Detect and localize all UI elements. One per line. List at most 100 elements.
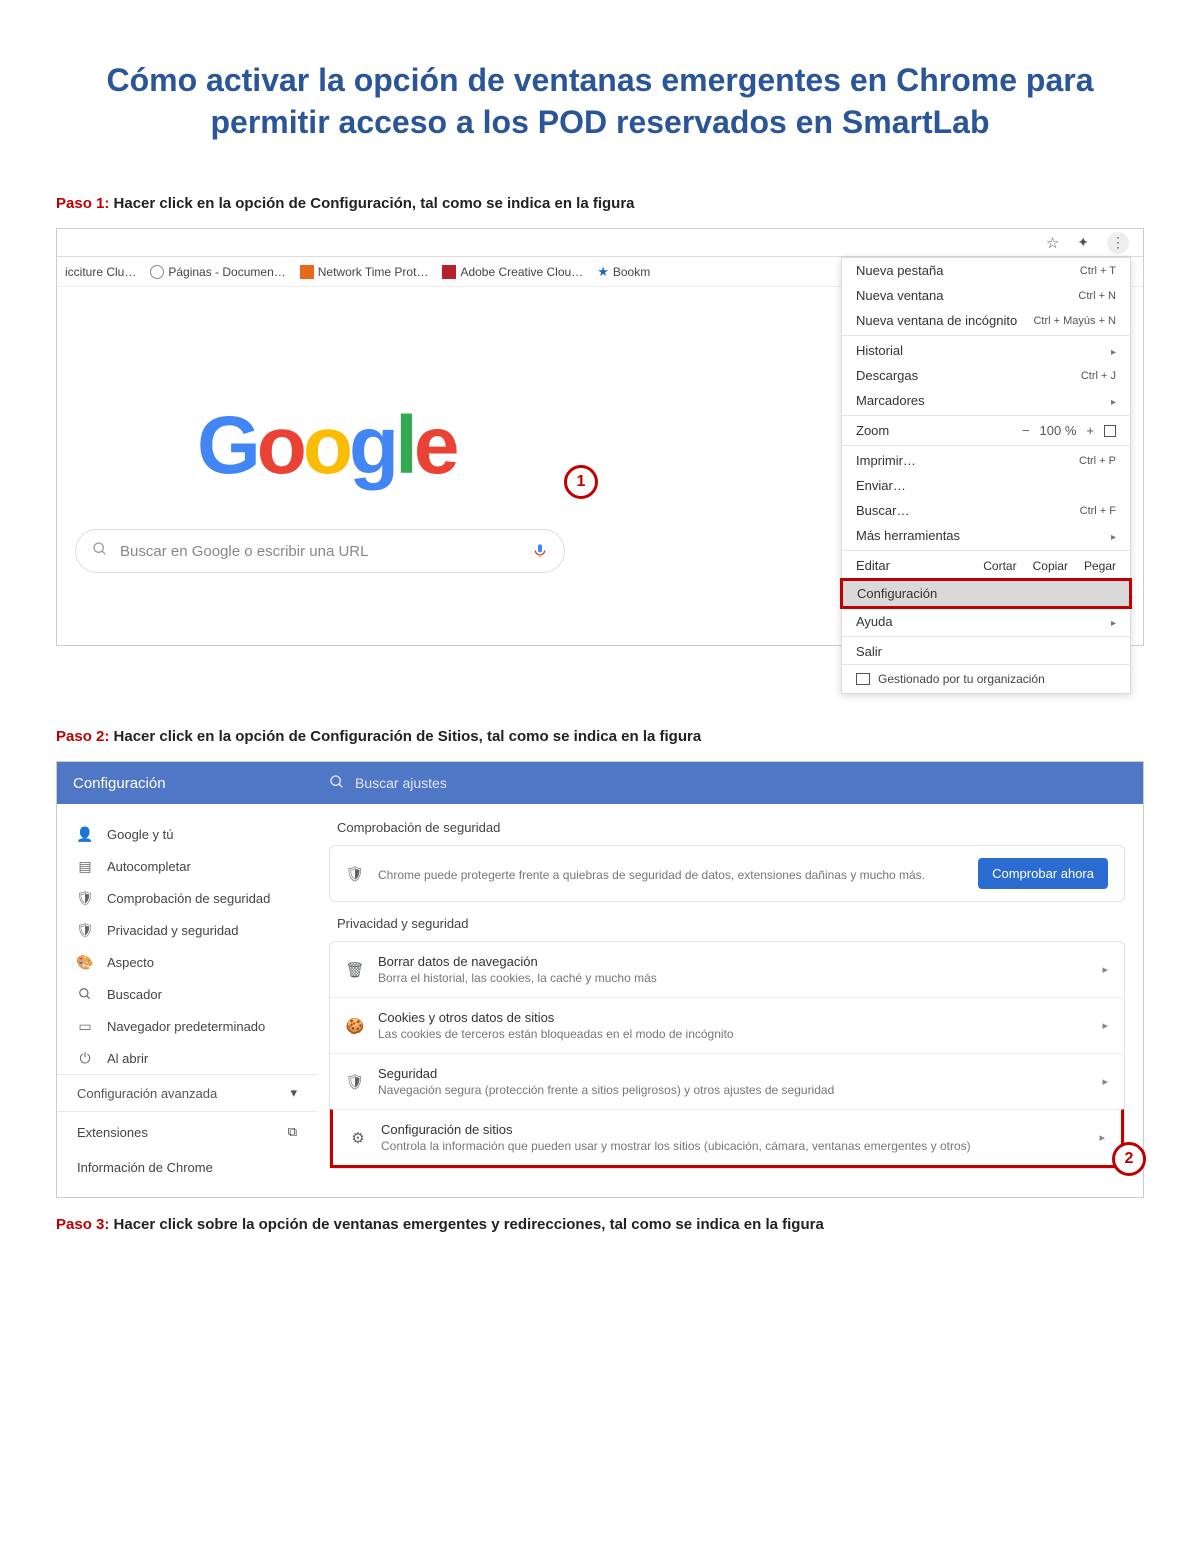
step2-heading: Paso 2: Hacer click en la opción de Conf… (56, 728, 1144, 745)
step1-heading: Paso 1: Hacer click en la opción de Conf… (56, 195, 1144, 212)
privacy-icon: 🛡 (77, 922, 93, 938)
chevron-right-icon: ▸ (1099, 1131, 1105, 1144)
step2-text: Hacer click en la opción de Configuració… (114, 728, 702, 745)
step1-text: Hacer click en la opción de Configuració… (114, 195, 635, 212)
callout-2: 2 (1112, 1142, 1146, 1176)
extensions-icon[interactable]: ✦ (1077, 234, 1089, 251)
sidebar-item-appearance[interactable]: 🎨Aspecto (57, 946, 317, 978)
shield-icon: 🛡 (77, 890, 93, 906)
settings-search-placeholder: Buscar ajustes (355, 775, 447, 791)
settings-sidebar: 👤Google y tú ▤Autocompletar 🛡Comprobació… (57, 804, 317, 1197)
sidebar-advanced[interactable]: Configuración avanzada▾ (57, 1074, 317, 1112)
doc-title: Cómo activar la opción de ventanas emerg… (56, 60, 1144, 143)
chevron-down-icon: ▾ (290, 1085, 297, 1101)
section-safety-title: Comprobación de seguridad (337, 820, 1125, 835)
menu-print[interactable]: Imprimir…Ctrl + P (842, 448, 1130, 473)
star-icon[interactable]: ☆ (1046, 234, 1059, 252)
search-input[interactable]: Buscar en Google o escribir una URL (75, 529, 565, 573)
figure-1: ☆ ✦ ⋮ icciture Clu… Páginas - Documen… N… (56, 228, 1144, 646)
menu-new-incognito[interactable]: Nueva ventana de incógnitoCtrl + Mayús +… (842, 308, 1130, 333)
menu-exit[interactable]: Salir (842, 639, 1130, 664)
bookmark-item[interactable]: Adobe Creative Clou… (442, 265, 583, 279)
sidebar-item-startup[interactable]: ⏻Al abrir (57, 1042, 317, 1074)
favicon-icon (442, 265, 456, 279)
row-cookies[interactable]: 🍪 Cookies y otros datos de sitiosLas coo… (330, 997, 1124, 1053)
row-site-settings[interactable]: ⚙ Configuración de sitiosControla la inf… (330, 1109, 1124, 1168)
sidebar-about[interactable]: Información de Chrome (57, 1152, 317, 1187)
zoom-out-button[interactable]: − (1022, 423, 1030, 438)
check-now-button[interactable]: Comprobar ahora (978, 858, 1108, 889)
toolbar-row: ☆ ✦ ⋮ (57, 229, 1143, 257)
row-security[interactable]: 🛡 SeguridadNavegación segura (protección… (330, 1053, 1124, 1109)
tune-icon: ⚙ (349, 1129, 367, 1147)
bookmark-item[interactable]: Páginas - Documen… (150, 265, 285, 279)
chevron-right-icon: ▸ (1102, 963, 1108, 976)
row-clear-data[interactable]: 🗑 Borrar datos de navegaciónBorra el his… (330, 942, 1124, 997)
sidebar-extensions[interactable]: Extensiones⧉ (57, 1112, 317, 1152)
sidebar-item-safety[interactable]: 🛡Comprobación de seguridad (57, 882, 317, 914)
external-link-icon: ⧉ (288, 1124, 297, 1140)
chevron-right-icon: ▸ (1102, 1019, 1108, 1032)
sidebar-item-autofill[interactable]: ▤Autocompletar (57, 850, 317, 882)
shield-icon: 🛡 (346, 1073, 364, 1091)
menu-cast[interactable]: Enviar… (842, 473, 1130, 498)
menu-bookmarks[interactable]: Marcadores (842, 388, 1130, 413)
autofill-icon: ▤ (77, 858, 93, 874)
menu-find[interactable]: Buscar…Ctrl + F (842, 498, 1130, 523)
step1-label: Paso 1: (56, 195, 109, 212)
bookmark-item[interactable]: Network Time Prot… (300, 265, 429, 279)
appearance-icon: 🎨 (77, 954, 93, 970)
sidebar-item-you[interactable]: 👤Google y tú (57, 818, 317, 850)
chevron-right-icon: ▸ (1102, 1075, 1108, 1088)
menu-managed: Gestionado por tu organización (842, 664, 1130, 693)
trash-icon: 🗑 (346, 961, 364, 979)
sidebar-item-privacy[interactable]: 🛡Privacidad y seguridad (57, 914, 317, 946)
chrome-menu: Nueva pestañaCtrl + T Nueva ventanaCtrl … (841, 257, 1131, 694)
cookie-icon: 🍪 (346, 1017, 364, 1035)
globe-icon (150, 265, 164, 279)
fullscreen-icon[interactable] (1104, 425, 1116, 437)
menu-downloads[interactable]: DescargasCtrl + J (842, 363, 1130, 388)
favicon-icon (300, 265, 314, 279)
safety-card: 🛡 Chrome puede protegerte frente a quieb… (329, 845, 1125, 902)
sidebar-item-default[interactable]: ▭Navegador predeterminado (57, 1010, 317, 1042)
bookmark-item[interactable]: icciture Clu… (65, 265, 136, 279)
zoom-in-button[interactable]: + (1086, 423, 1094, 438)
bookmark-item[interactable]: ★Bookm (597, 264, 650, 280)
search-icon (92, 541, 108, 561)
menu-cut[interactable]: Cortar (983, 559, 1016, 573)
safety-desc: Chrome puede protegerte frente a quiebra… (378, 868, 964, 882)
sidebar-item-search[interactable]: Buscador (57, 978, 317, 1010)
step3-text: Hacer click sobre la opción de ventanas … (114, 1216, 824, 1233)
menu-copy[interactable]: Copiar (1033, 559, 1068, 573)
search-placeholder: Buscar en Google o escribir una URL (120, 543, 368, 560)
building-icon (856, 673, 870, 685)
power-icon: ⏻ (77, 1050, 93, 1066)
step3-label: Paso 3: (56, 1216, 109, 1233)
menu-help[interactable]: Ayuda (842, 609, 1130, 634)
step3-heading: Paso 3: Hacer click sobre la opción de v… (56, 1216, 1144, 1233)
menu-settings[interactable]: Configuración (843, 581, 1129, 606)
section-privacy-title: Privacidad y seguridad (337, 916, 1125, 931)
menu-paste[interactable]: Pegar (1084, 559, 1116, 573)
settings-search[interactable]: Buscar ajustes (317, 774, 447, 793)
search-icon (77, 986, 93, 1002)
menu-new-window[interactable]: Nueva ventanaCtrl + N (842, 283, 1130, 308)
menu-edit: Editar Cortar Copiar Pegar (842, 553, 1130, 578)
kebab-menu-icon[interactable]: ⋮ (1107, 232, 1129, 254)
search-icon (329, 774, 345, 793)
google-logo: Google (197, 399, 455, 493)
menu-zoom: Zoom − 100 % + (842, 418, 1130, 443)
menu-settings-highlight: Configuración (840, 578, 1132, 609)
privacy-card: 🗑 Borrar datos de navegaciónBorra el his… (329, 941, 1125, 1169)
step2-label: Paso 2: (56, 728, 109, 745)
menu-new-tab[interactable]: Nueva pestañaCtrl + T (842, 258, 1130, 283)
mic-icon[interactable] (532, 541, 548, 561)
menu-more-tools[interactable]: Más herramientas (842, 523, 1130, 548)
shield-icon: 🛡 (346, 865, 364, 883)
settings-title: Configuración (57, 775, 317, 792)
settings-main: Comprobación de seguridad 🛡 Chrome puede… (317, 804, 1143, 1197)
menu-history[interactable]: Historial (842, 338, 1130, 363)
figure-2: Configuración Buscar ajustes 👤Google y t… (56, 761, 1144, 1198)
callout-1: 1 (564, 465, 598, 499)
